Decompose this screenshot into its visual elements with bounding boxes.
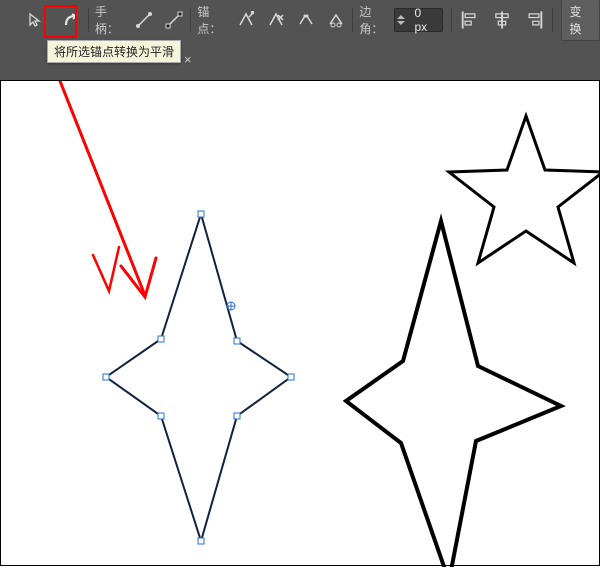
handle-tool-a-icon[interactable] xyxy=(129,8,159,32)
spinner-arrows[interactable] xyxy=(395,14,407,26)
close-tab-icon[interactable]: × xyxy=(184,52,192,67)
convert-anchor-tool-icon[interactable] xyxy=(56,8,86,32)
handle-tool-b-icon[interactable] xyxy=(159,8,189,32)
corner-radius-input[interactable]: 0 px xyxy=(394,8,443,32)
toolbar-separator xyxy=(552,8,553,32)
toolbar-separator xyxy=(451,8,452,32)
anchor-connect-icon[interactable] xyxy=(291,8,321,32)
corner-radius-value: 0 px xyxy=(406,6,441,34)
star-shape xyxy=(449,116,600,263)
canvas-artwork xyxy=(1,81,600,567)
direct-select-tool-icon[interactable] xyxy=(21,8,51,32)
anchor-edit-icon[interactable] xyxy=(232,8,262,32)
toolbar-separator xyxy=(352,8,353,32)
align-right-icon[interactable] xyxy=(518,8,550,32)
annotation-arrow xyxy=(60,81,156,297)
align-center-icon[interactable] xyxy=(486,8,518,32)
corner-label: 边角： xyxy=(359,3,391,37)
align-left-icon[interactable] xyxy=(454,8,486,32)
anchor-label: 锚点： xyxy=(197,3,229,37)
options-toolbar: 手柄： 锚点： 边角： 0 px 变换 xyxy=(0,0,600,40)
toolbar-separator xyxy=(190,8,191,32)
anchor-cut-icon[interactable] xyxy=(321,8,351,32)
toolbar-separator xyxy=(88,8,89,32)
transform-button[interactable]: 变换 xyxy=(561,0,600,41)
anchor-delete-icon[interactable] xyxy=(261,8,291,32)
canvas[interactable] xyxy=(0,80,600,566)
four-point-star-right xyxy=(346,221,561,567)
handle-label: 手柄： xyxy=(95,3,127,37)
tool-tooltip: 将所选锚点转换为平滑 xyxy=(47,40,181,63)
